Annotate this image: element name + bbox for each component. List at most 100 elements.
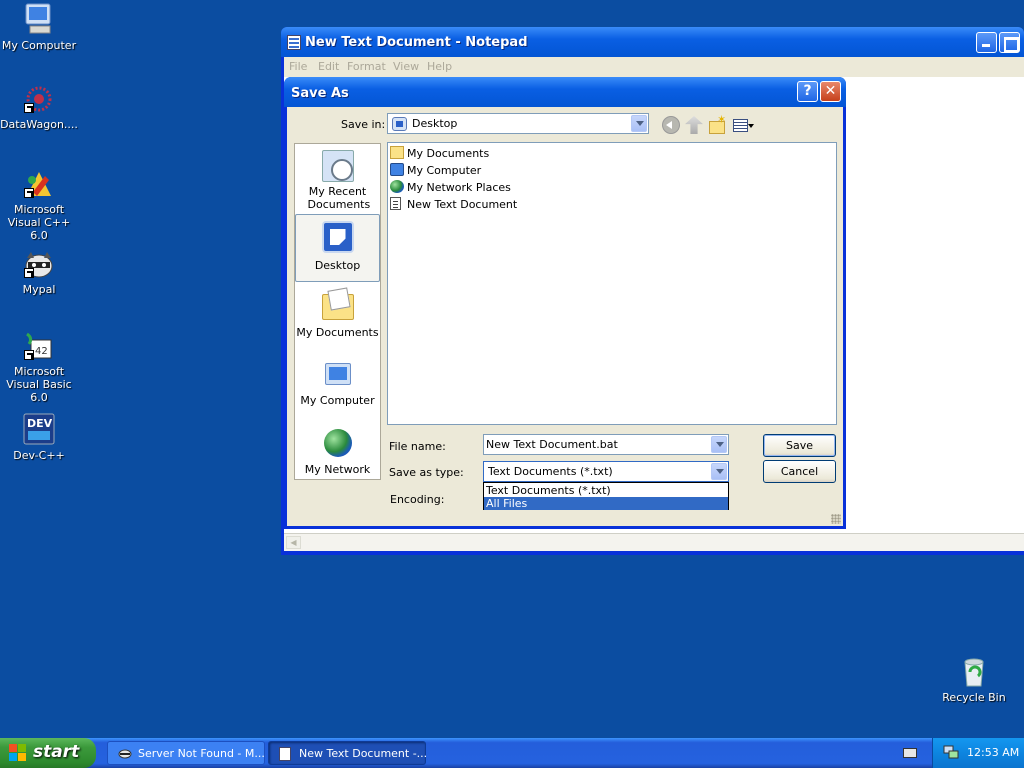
desktop-small-icon — [392, 117, 407, 131]
place-desktop[interactable]: Desktop — [295, 214, 380, 282]
encoding-label: Encoding: — [390, 493, 445, 506]
place-my-network[interactable]: My Network — [295, 429, 380, 479]
desktop-icon-recycle-bin[interactable]: Recycle Bin — [934, 656, 1014, 704]
chevron-down-icon[interactable] — [711, 436, 727, 453]
file-name-input[interactable]: New Text Document.bat — [483, 434, 729, 455]
file-name: My Documents — [407, 147, 490, 160]
menu-view[interactable]: View — [393, 60, 419, 73]
views-menu-icon[interactable] — [733, 116, 755, 134]
list-item[interactable]: My Documents — [390, 145, 510, 161]
desktop-icon-visual-basic[interactable]: 42 Microsoft Visual Basic 6.0 — [0, 332, 79, 404]
windows-logo-icon — [9, 744, 27, 762]
place-label: Desktop — [314, 259, 361, 272]
desktop-icon-label: DataWagon.... — [0, 118, 78, 131]
scroll-left-icon[interactable]: ◀ — [286, 536, 301, 549]
places-bar: My Recent Documents Desktop My Documents… — [294, 143, 381, 480]
chevron-down-icon[interactable] — [631, 115, 647, 132]
file-name: My Computer — [407, 164, 482, 177]
menu-edit[interactable]: Edit — [318, 60, 339, 73]
svg-text:DEV: DEV — [27, 417, 53, 430]
system-tray: 12:53 AM — [932, 738, 1024, 768]
file-name-value: New Text Document.bat — [486, 438, 618, 451]
place-label: My Documents — [296, 326, 379, 339]
menu-file[interactable]: File — [289, 60, 307, 73]
desktop-icon-label: Microsoft Visual Basic 6.0 — [6, 365, 72, 404]
desktop-icon-label: Mypal — [22, 283, 56, 296]
desktop-icon-label: Recycle Bin — [942, 691, 1006, 704]
file-name: My Network Places — [407, 181, 511, 194]
recent-documents-icon — [321, 150, 354, 182]
new-folder-icon[interactable] — [708, 113, 726, 134]
desktop-icon-label: Dev-C++ — [13, 449, 65, 462]
place-my-computer[interactable]: My Computer — [295, 358, 380, 418]
taskbar: start Server Not Found - M... New Text D… — [0, 738, 1024, 768]
save-as-body: Save in: Desktop My Recent Documents Des… — [287, 107, 843, 526]
save-as-type-value: Text Documents (*.txt) — [488, 465, 613, 478]
desktop-icon-datawagon[interactable]: DataWagon.... — [0, 85, 79, 131]
list-item[interactable]: My Network Places — [390, 179, 511, 195]
resize-grip[interactable] — [831, 514, 841, 524]
menu-help[interactable]: Help — [427, 60, 452, 73]
maximize-button[interactable] — [999, 32, 1020, 53]
cancel-button[interactable]: Cancel — [763, 460, 836, 483]
option-text-documents[interactable]: Text Documents (*.txt) — [484, 484, 728, 497]
notepad-icon — [287, 35, 301, 50]
desktop-icon-my-computer[interactable]: My Computer — [0, 2, 79, 52]
place-my-documents[interactable]: My Documents — [295, 290, 380, 350]
save-as-titlebar[interactable]: Save As ? ✕ — [284, 77, 846, 107]
option-all-files[interactable]: All Files — [484, 497, 728, 510]
start-button[interactable]: start — [0, 738, 96, 768]
place-label: My Network — [304, 463, 371, 476]
close-button[interactable]: ✕ — [820, 81, 841, 102]
my-documents-icon — [321, 294, 354, 320]
network-icon — [323, 429, 352, 457]
taskbar-item-label: Server Not Found - M... — [138, 747, 265, 760]
svg-text:42: 42 — [35, 346, 48, 357]
save-as-title: Save As — [291, 86, 349, 101]
network-status-icon[interactable] — [943, 745, 959, 759]
shortcut-arrow-icon — [24, 188, 34, 198]
my-computer-icon — [390, 163, 404, 176]
list-item[interactable]: My Computer — [390, 162, 510, 178]
recycle-bin-icon — [964, 658, 984, 687]
menu-format[interactable]: Format — [347, 60, 386, 73]
desktop-icon-visual-cpp[interactable]: Microsoft Visual C++ 6.0 — [0, 170, 79, 242]
save-as-type-options: Text Documents (*.txt) All Files — [483, 482, 729, 510]
chevron-down-icon[interactable] — [711, 463, 727, 480]
network-places-icon — [390, 180, 404, 193]
save-in-dropdown[interactable]: Desktop — [387, 113, 649, 134]
desktop-icon — [321, 221, 354, 253]
file-list[interactable]: My Documents My Computer My Network Plac… — [387, 142, 837, 425]
save-as-dialog: Save As ? ✕ Save in: Desktop My Recent D… — [284, 77, 846, 529]
dev-cpp-icon: DEV — [23, 413, 55, 445]
taskbar-item-label: New Text Document -... — [299, 747, 428, 760]
notepad-titlebar[interactable]: New Text Document - Notepad — [281, 27, 1024, 57]
save-as-type-dropdown[interactable]: Text Documents (*.txt) — [483, 461, 729, 482]
save-button[interactable]: Save — [763, 434, 836, 457]
clock[interactable]: 12:53 AM — [967, 746, 1019, 759]
file-name: New Text Document — [407, 198, 518, 211]
desktop-icon-mypal[interactable]: Mypal — [0, 250, 79, 296]
list-item[interactable]: New Text Document — [390, 196, 520, 212]
place-my-recent-documents[interactable]: My Recent Documents — [295, 150, 380, 212]
help-button[interactable]: ? — [797, 81, 818, 102]
notepad-menubar: File Edit Format View Help — [284, 57, 1024, 77]
shortcut-arrow-icon — [24, 103, 34, 113]
desktop-icon-label: Microsoft Visual C++ 6.0 — [7, 203, 71, 242]
notepad-horizontal-scrollbar[interactable]: ◀ — [284, 533, 1024, 551]
desktop-icon-dev-cpp[interactable]: DEV Dev-C++ — [0, 412, 79, 462]
up-folder-icon[interactable] — [685, 116, 703, 134]
minimize-button[interactable] — [976, 32, 997, 53]
taskbar-item-browser[interactable]: Server Not Found - M... — [107, 741, 265, 765]
file-name-label: File name: — [389, 440, 446, 453]
taskbar-item-notepad[interactable]: New Text Document -... — [268, 741, 428, 765]
keyboard-icon[interactable] — [903, 748, 917, 758]
shortcut-arrow-icon — [24, 268, 34, 278]
notepad-title: New Text Document - Notepad — [305, 35, 528, 50]
save-as-type-label: Save as type: — [389, 466, 464, 479]
back-icon[interactable] — [662, 116, 680, 134]
browser-icon — [118, 749, 132, 759]
save-in-value: Desktop — [412, 117, 458, 130]
notepad-icon — [279, 747, 291, 761]
desktop-icon-label: My Computer — [1, 39, 77, 52]
